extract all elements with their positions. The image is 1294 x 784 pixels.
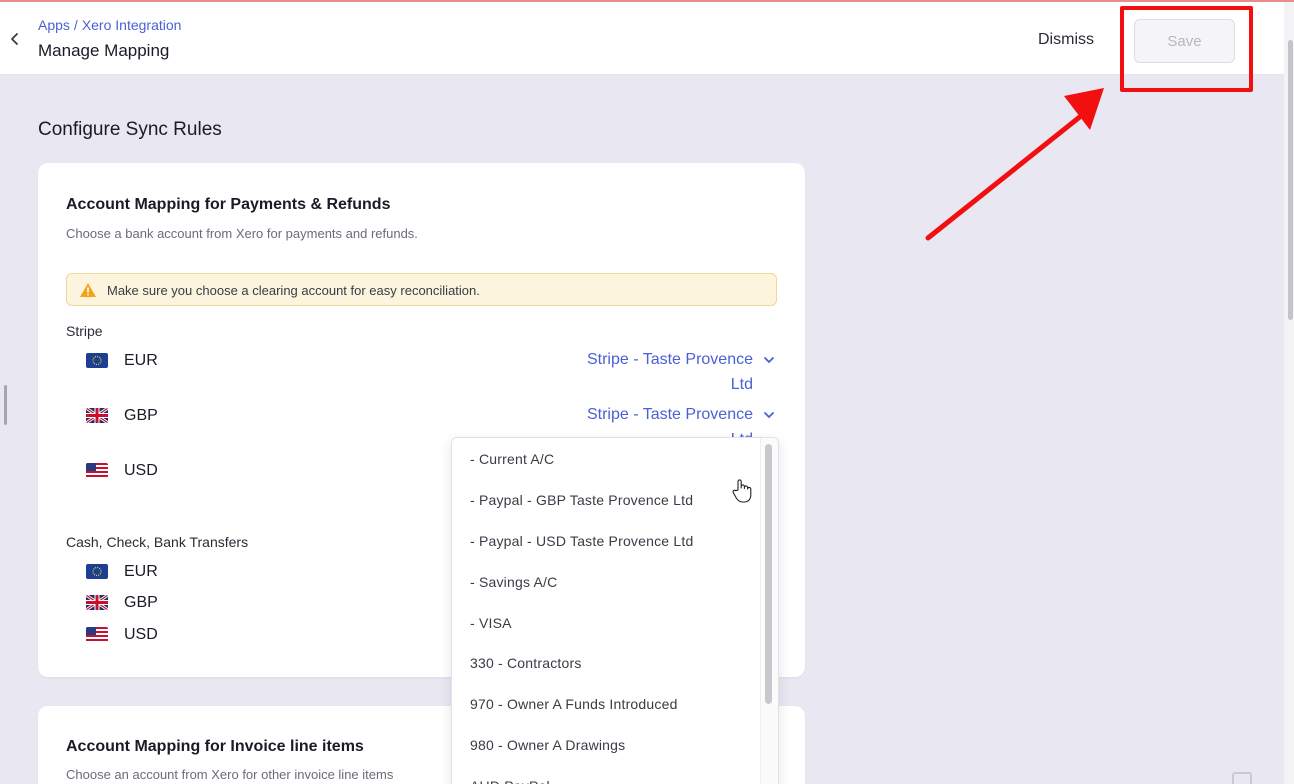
chevron-down-icon [759, 347, 775, 374]
annotation-highlight-box [1120, 6, 1253, 92]
dropdown-option[interactable]: 330 - Contractors [470, 650, 760, 676]
currency-label: EUR [124, 352, 158, 370]
currency-label: EUR [124, 563, 158, 581]
currency-label: GBP [124, 407, 158, 425]
us-flag-icon [86, 627, 108, 642]
dropdown-option[interactable]: - Current A/C [470, 446, 760, 472]
card-subtitle: Choose an account from Xero for other in… [66, 767, 393, 782]
back-arrow-icon[interactable] [6, 28, 24, 50]
dropdown-option[interactable]: 980 - Owner A Drawings [470, 732, 760, 758]
dropdown-option[interactable]: 970 - Owner A Funds Introduced [470, 691, 760, 717]
dismiss-button[interactable]: Dismiss [1024, 24, 1108, 56]
uk-flag-icon [86, 595, 108, 610]
dropdown-option[interactable]: - Savings A/C [470, 569, 760, 595]
account-dropdown-menu: - Current A/C - Paypal - GBP Taste Prove… [451, 437, 779, 784]
chevron-down-icon [759, 402, 775, 429]
account-select-value: Stripe - Taste Provence Ltd [567, 347, 753, 397]
dropdown-option[interactable]: - Paypal - GBP Taste Provence Ltd [470, 487, 760, 513]
card-subtitle: Choose a bank account from Xero for paym… [66, 226, 418, 241]
stripe-eur-account-select[interactable]: Stripe - Taste Provence Ltd [555, 347, 775, 397]
dropdown-scrollbar-thumb[interactable] [765, 444, 772, 704]
cash-group-label: Cash, Check, Bank Transfers [66, 534, 248, 550]
section-title: Configure Sync Rules [38, 119, 222, 141]
annotation-arrow-icon [900, 70, 1130, 250]
drag-handle[interactable] [4, 385, 7, 425]
dropdown-option[interactable]: - VISA [470, 610, 760, 636]
currency-label: GBP [124, 594, 158, 612]
us-flag-icon [86, 463, 108, 478]
stripe-group-label: Stripe [66, 323, 103, 339]
warning-text: Make sure you choose a clearing account … [107, 283, 480, 298]
currency-label: USD [124, 462, 158, 480]
warning-banner: Make sure you choose a clearing account … [66, 273, 777, 306]
eu-flag-icon [86, 564, 108, 579]
page-scrollbar-thumb[interactable] [1288, 40, 1293, 320]
page-title: Manage Mapping [38, 41, 169, 61]
warning-icon [79, 282, 97, 298]
card-title: Account Mapping for Payments & Refunds [66, 196, 390, 214]
hand-cursor-icon [731, 478, 753, 504]
breadcrumb-apps-link[interactable]: Apps [38, 17, 70, 33]
dropdown-option[interactable]: AUD PayPal [470, 773, 760, 784]
dropdown-option[interactable]: - Paypal - USD Taste Provence Ltd [470, 528, 760, 554]
breadcrumb: Apps/Xero Integration [38, 17, 181, 33]
card-title: Account Mapping for Invoice line items [66, 738, 364, 756]
breadcrumb-separator: / [74, 17, 78, 33]
currency-label: USD [124, 626, 158, 644]
uk-flag-icon [86, 408, 108, 423]
eu-flag-icon [86, 353, 108, 368]
corner-icon [1232, 772, 1252, 784]
breadcrumb-xero-link[interactable]: Xero Integration [82, 17, 182, 33]
page-header: Apps/Xero Integration Manage Mapping Dis… [0, 2, 1284, 75]
